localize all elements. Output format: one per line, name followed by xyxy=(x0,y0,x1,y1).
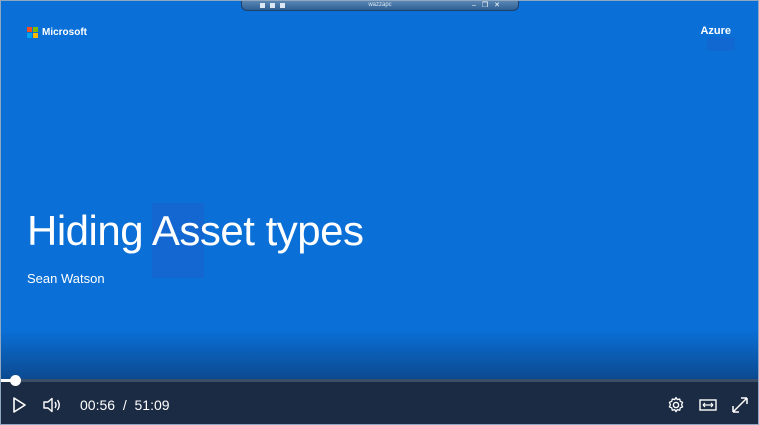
restore-icon[interactable]: ❐ xyxy=(482,1,488,10)
current-time: 00:56 xyxy=(80,397,116,413)
microsoft-logo-icon xyxy=(27,27,38,38)
video-player[interactable]: wazzapc – ❐ ✕ Microsoft Azure Hiding Ass… xyxy=(0,0,759,425)
minimize-icon[interactable]: – xyxy=(472,1,476,10)
controls-gradient xyxy=(1,331,758,381)
play-button[interactable] xyxy=(9,394,29,416)
time-separator: / xyxy=(122,397,127,413)
duration: 51:09 xyxy=(134,397,170,413)
slide-title: Hiding Asset types xyxy=(27,207,364,254)
azure-label: Azure xyxy=(700,25,731,37)
settings-button[interactable] xyxy=(665,394,687,416)
logo-text: Microsoft xyxy=(42,27,87,38)
progress-handle[interactable] xyxy=(9,375,21,386)
theater-mode-icon xyxy=(699,398,717,412)
fullscreen-icon xyxy=(731,396,749,414)
close-icon[interactable]: ✕ xyxy=(494,1,500,10)
fullscreen-button[interactable] xyxy=(729,394,751,416)
video-artifact xyxy=(707,37,735,51)
gear-icon xyxy=(667,396,685,414)
presenter-name: Sean Watson xyxy=(27,271,105,286)
time-display: 00:56 / 51:09 xyxy=(80,397,170,413)
remote-desktop-bar[interactable]: wazzapc – ❐ ✕ xyxy=(241,1,519,11)
progress-bar[interactable] xyxy=(1,375,758,386)
volume-icon xyxy=(42,397,62,413)
play-icon xyxy=(12,397,26,413)
volume-button[interactable] xyxy=(41,394,63,416)
theater-mode-button[interactable] xyxy=(697,394,719,416)
microsoft-logo: Microsoft xyxy=(27,27,87,38)
